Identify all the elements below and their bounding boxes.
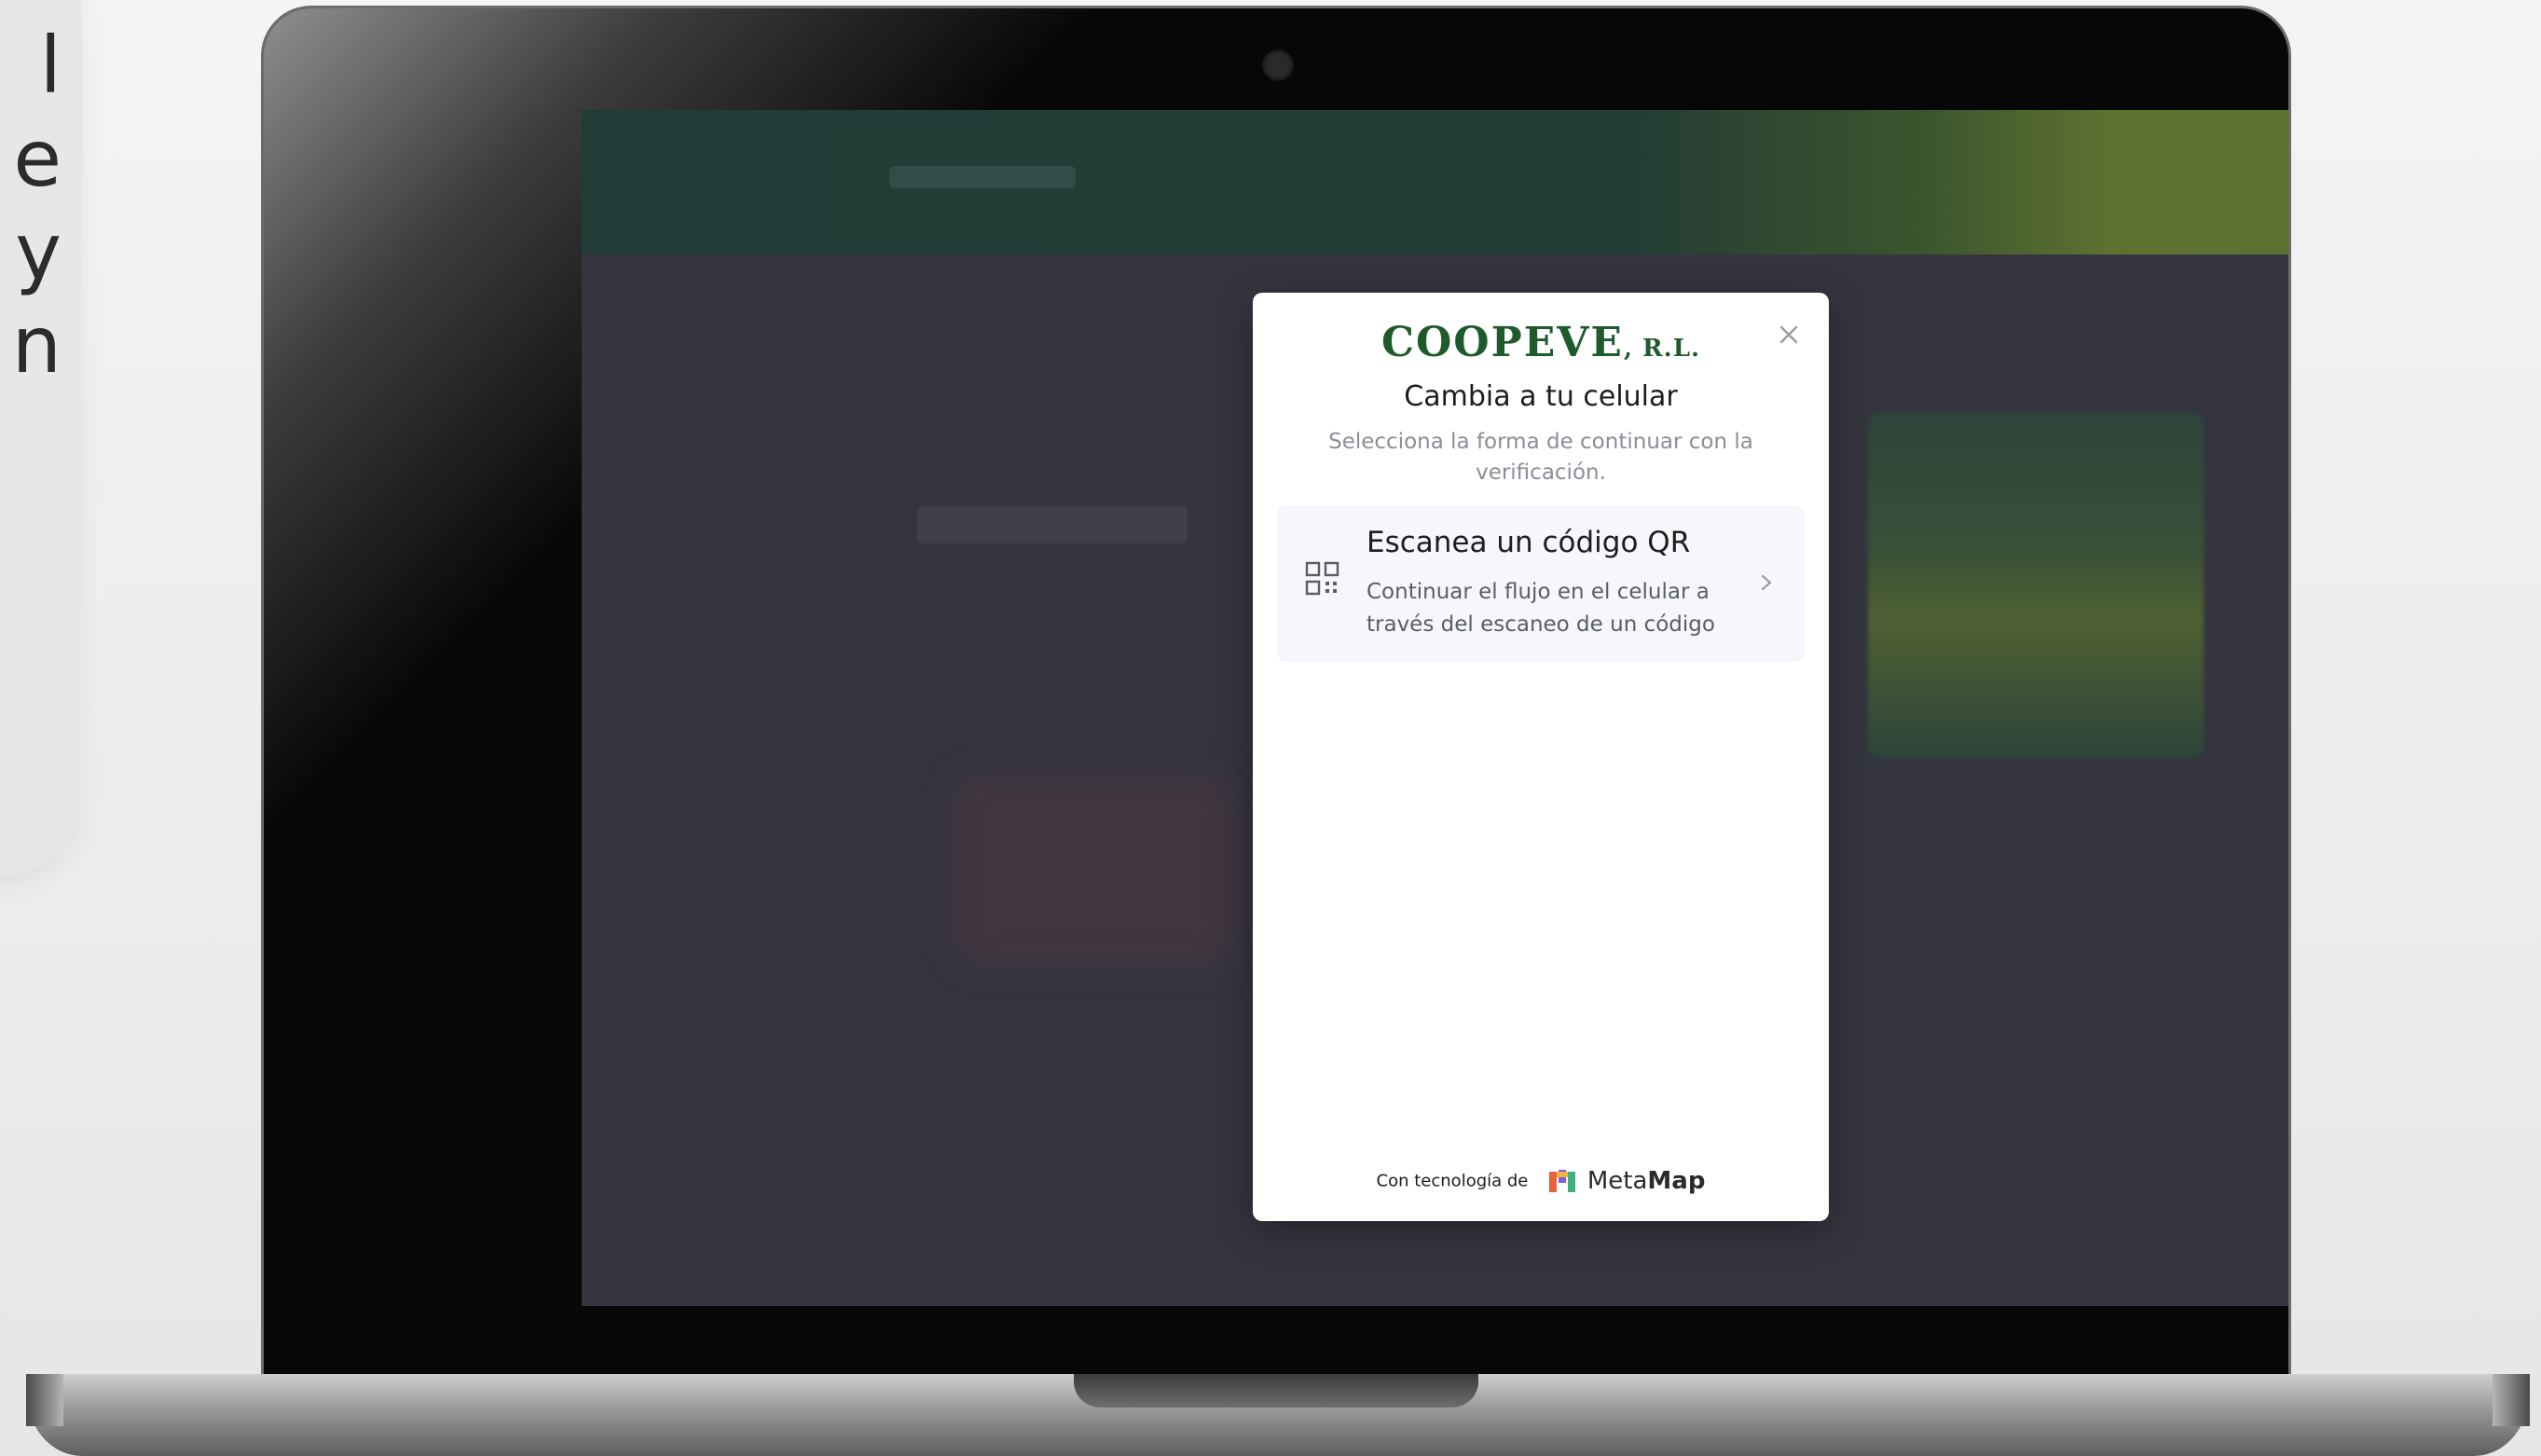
- background-nav: [889, 166, 1076, 188]
- powered-by-footer: Con tecnología de MetaMap: [1253, 1167, 1829, 1195]
- option-title: Escanea un código QR: [1367, 526, 1691, 559]
- laptop-notch: [1074, 1374, 1478, 1408]
- metamap-wordmark: MetaMap: [1587, 1167, 1706, 1195]
- brand-name: COOPEVE: [1380, 319, 1624, 366]
- verification-modal: COOPEVE, R.L. Cambia a tu celular Selecc…: [1253, 293, 1829, 1221]
- close-button[interactable]: [1773, 319, 1805, 350]
- background-heading: [917, 506, 1188, 543]
- metamap-wordmark-prefix: Meta: [1586, 1167, 1648, 1195]
- metamap-wordmark-bold: Map: [1647, 1167, 1706, 1195]
- laptop-screen: COOPEVE, R.L. Cambia a tu celular Selecc…: [582, 110, 2288, 1306]
- brand-logo: COOPEVE, R.L.: [1253, 319, 1829, 366]
- option-description: Continuar el flujo en el celular a travé…: [1367, 580, 1715, 637]
- side-card: l e y n: [0, 0, 82, 876]
- background-side-panel: [1868, 413, 2204, 758]
- chevron-right-icon: [1761, 574, 1772, 591]
- background-image: [955, 776, 1234, 963]
- background-site-header: [582, 110, 2288, 254]
- powered-by-label: Con tecnología de: [1376, 1171, 1529, 1191]
- metamap-logo-icon: [1549, 1170, 1576, 1192]
- close-icon: [1779, 325, 1798, 344]
- laptop-lid: COOPEVE, R.L. Cambia a tu celular Selecc…: [261, 6, 2291, 1394]
- side-letter: y: [15, 206, 62, 297]
- scan-qr-option[interactable]: Escanea un código QR Continuar el flujo …: [1277, 505, 1805, 662]
- side-letter: n: [11, 299, 62, 391]
- brand-suffix: , R.L.: [1623, 335, 1701, 363]
- modal-title: Cambia a tu celular: [1404, 380, 1678, 413]
- modal-subtitle: Selecciona la forma de continuar con la …: [1328, 430, 1753, 485]
- camera-dot: [1262, 49, 1294, 81]
- side-letter: e: [13, 113, 62, 204]
- side-letter: l: [39, 20, 62, 111]
- qr-code-icon: [1305, 561, 1339, 596]
